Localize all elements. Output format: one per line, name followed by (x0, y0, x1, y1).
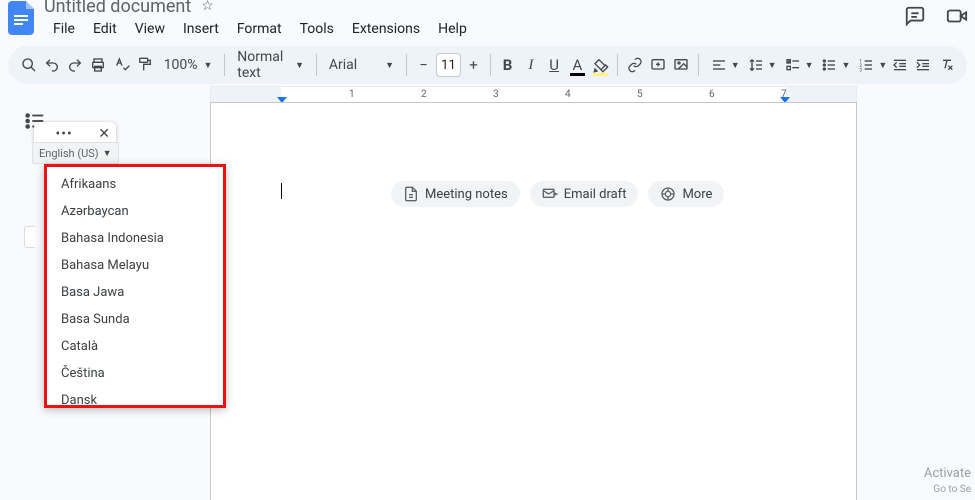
redo-icon[interactable] (65, 51, 86, 79)
line-spacing-button[interactable] (742, 51, 770, 79)
increase-indent-button[interactable] (913, 51, 934, 79)
star-icon[interactable]: ☆ (201, 0, 214, 14)
more-options-icon[interactable]: ••• (36, 126, 92, 142)
chip-label: More (682, 187, 712, 202)
chip-label: Meeting notes (425, 187, 508, 202)
zoom-value: 100% (164, 57, 198, 73)
menu-help[interactable]: Help (429, 19, 476, 39)
undo-icon[interactable] (41, 51, 62, 79)
ruler-number: 1 (349, 89, 355, 100)
paint-format-icon[interactable] (134, 51, 155, 79)
close-icon[interactable]: ✕ (98, 126, 114, 142)
doc-title[interactable]: Untitled document (44, 0, 191, 17)
text-color-button[interactable]: A (567, 51, 588, 79)
language-option[interactable]: Dansk (47, 387, 223, 408)
language-option[interactable]: Bahasa Indonesia (47, 225, 223, 252)
align-button[interactable] (705, 51, 733, 79)
font-select[interactable]: Arial ▼ (323, 57, 400, 73)
comment-history-icon[interactable] (903, 4, 927, 28)
chevron-down-icon[interactable]: ▼ (878, 60, 887, 71)
svg-text:3: 3 (860, 68, 863, 73)
chevron-down-icon: ▼ (295, 60, 304, 71)
menu-file[interactable]: File (44, 19, 84, 39)
side-panel-tab[interactable] (24, 226, 35, 248)
add-comment-icon[interactable] (647, 51, 668, 79)
text-cursor (281, 183, 282, 199)
underline-button[interactable]: U (544, 51, 565, 79)
docs-logo[interactable] (6, 2, 38, 34)
windows-watermark: ActivateGo to Se (924, 467, 971, 496)
menu-edit[interactable]: Edit (84, 19, 126, 39)
search-menu-icon[interactable] (18, 51, 39, 79)
menu-format[interactable]: Format (228, 19, 291, 39)
language-dropdown: AfrikaansAzərbaycanBahasa IndonesiaBahas… (44, 164, 226, 408)
chevron-down-icon: ▼ (103, 148, 112, 159)
chevron-down-icon: ▼ (385, 60, 394, 71)
document-page[interactable]: Meeting notes Email draft More (210, 102, 857, 500)
decrease-font-button[interactable]: − (413, 51, 434, 79)
checklist-button[interactable] (779, 51, 807, 79)
font-size-input[interactable]: 11 (436, 53, 461, 77)
ruler-number: 3 (493, 89, 499, 100)
ruler-number: 5 (637, 89, 643, 100)
language-option[interactable]: Azərbaycan (47, 198, 223, 225)
chevron-down-icon[interactable]: ▼ (841, 60, 850, 71)
chevron-down-icon[interactable]: ▼ (805, 60, 814, 71)
language-option[interactable]: Bahasa Melayu (47, 252, 223, 279)
chevron-down-icon[interactable]: ▼ (768, 60, 777, 71)
insert-image-icon[interactable] (671, 51, 692, 79)
italic-button[interactable]: I (520, 51, 541, 79)
meet-icon[interactable] (945, 4, 969, 28)
language-current: English (US) (39, 147, 99, 160)
language-option[interactable]: Čeština (47, 360, 223, 387)
spellcheck-icon[interactable] (111, 51, 132, 79)
toolbar: 100% ▼ Normal text ▼ Arial ▼ − 11 + B I U A… (8, 46, 967, 84)
menu-extensions[interactable]: Extensions (343, 19, 429, 39)
language-option[interactable]: Afrikaans (47, 171, 223, 198)
menu-insert[interactable]: Insert (174, 19, 228, 39)
font-value: Arial (329, 57, 357, 73)
chevron-down-icon: ▼ (204, 60, 213, 71)
menu-view[interactable]: View (126, 19, 174, 39)
zoom-select[interactable]: 100% ▼ (158, 57, 219, 73)
highlight-button[interactable] (590, 51, 611, 79)
language-option[interactable]: Basa Jawa (47, 279, 223, 306)
ruler-number: 7 (781, 89, 787, 100)
chip-meeting-notes[interactable]: Meeting notes (391, 181, 520, 207)
chip-email-draft[interactable]: Email draft (530, 181, 639, 207)
chip-label: Email draft (564, 187, 627, 202)
language-option[interactable]: Basa Sunda (47, 306, 223, 333)
chevron-down-icon[interactable]: ▼ (731, 60, 740, 71)
bold-button[interactable]: B (497, 51, 518, 79)
clear-formatting-button[interactable] (936, 51, 957, 79)
decrease-indent-button[interactable] (889, 51, 910, 79)
ruler-number: 4 (565, 89, 571, 100)
insert-link-icon[interactable] (624, 51, 645, 79)
increase-font-button[interactable]: + (463, 51, 484, 79)
language-select[interactable]: English (US) ▼ (32, 142, 119, 164)
numbered-list-button[interactable]: 123 (852, 51, 880, 79)
chip-more[interactable]: More (648, 181, 724, 207)
print-icon[interactable] (88, 51, 109, 79)
ruler-number: 2 (421, 89, 427, 100)
bulleted-list-button[interactable] (815, 51, 843, 79)
language-option[interactable]: Català (47, 333, 223, 360)
paragraph-style-select[interactable]: Normal text ▼ (231, 49, 310, 81)
ruler-number: 6 (709, 89, 715, 100)
menu-tools[interactable]: Tools (291, 19, 343, 39)
style-value: Normal text (237, 49, 289, 81)
